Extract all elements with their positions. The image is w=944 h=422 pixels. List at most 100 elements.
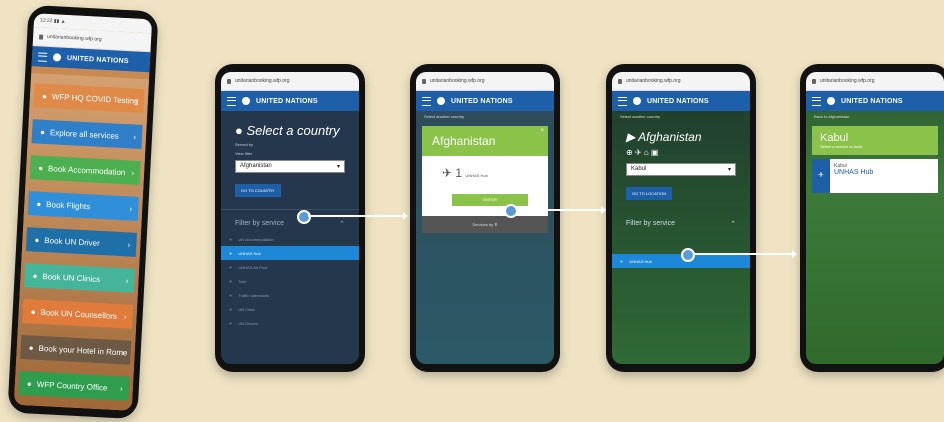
- go-to-location-button[interactable]: GO TO LOCATION: [626, 187, 673, 200]
- chevron-right-icon: ›: [123, 311, 127, 321]
- menu-item-label: Book Accommodation: [47, 163, 126, 177]
- country-select[interactable]: Afghanistan ▾: [235, 160, 345, 173]
- step-marker: [297, 210, 311, 224]
- menu-item[interactable]: ● Book Accommodation ›: [29, 155, 141, 185]
- menu-item-icon: ●: [39, 127, 46, 137]
- menu-item-icon: ●: [26, 378, 33, 389]
- url-text: unitarianbooking.wfp.org: [46, 33, 102, 43]
- chevron-right-icon: ›: [127, 239, 131, 250]
- filter-label: UN Clinic: [238, 306, 256, 312]
- lock-icon: [38, 33, 44, 40]
- country-name: Afghanistan: [432, 134, 496, 148]
- filter-icon: ✈: [229, 306, 233, 312]
- menu-icon[interactable]: [812, 96, 821, 106]
- filter-item[interactable]: ✈ Traffic operations: [221, 288, 359, 302]
- count-value: 1: [455, 166, 463, 180]
- menu-item-label: Book your Hotel in Rome: [38, 343, 128, 358]
- breadcrumb[interactable]: Select another country: [416, 111, 554, 122]
- menu-item-label: WFP HQ COVID Testing: [51, 91, 139, 106]
- menu-item[interactable]: ● WFP Country Office ›: [18, 370, 130, 401]
- menu-icon[interactable]: [618, 96, 627, 106]
- chevron-up-icon: ⌃: [730, 221, 736, 228]
- filter-header[interactable]: Filter by service ⌃: [221, 209, 359, 232]
- filter-label: Traffic operations: [238, 292, 270, 298]
- country-card-header: Afghanistan ×: [422, 126, 548, 156]
- menu-item-icon: ●: [32, 270, 38, 281]
- url-bar[interactable]: unitarianbooking.wfp.org: [806, 72, 944, 91]
- url-bar[interactable]: unitarianbooking.wfp.org: [612, 72, 750, 91]
- filter-icon: ✈: [229, 264, 233, 270]
- un-header: UNITED NATIONS: [806, 91, 944, 111]
- un-logo-icon: [437, 97, 445, 105]
- url-text: unitarianbooking.wfp.org: [235, 78, 290, 84]
- menu-item-icon: ●: [38, 163, 44, 173]
- lock-icon: [812, 78, 816, 84]
- breadcrumb[interactable]: Select another country: [612, 111, 750, 122]
- plane-icon: ✈: [812, 159, 830, 193]
- go-to-country-button[interactable]: GO TO COUNTRY: [235, 184, 281, 197]
- step-marker: [504, 204, 518, 218]
- filter-label: UN Drivers: [238, 320, 258, 326]
- connector-arrow: [693, 250, 797, 258]
- menu-item-icon: ●: [36, 199, 42, 209]
- filter-item[interactable]: ✈ Taxi: [221, 274, 359, 288]
- services-label: Services by: [472, 222, 494, 227]
- un-header: UNITED NATIONS: [221, 91, 359, 111]
- filter-list: ✈ UN accommodation ✈ UNHAS Hub ✈ UNHAS Air Po…: [221, 232, 359, 330]
- filter-header[interactable]: Filter by service ⌃: [612, 210, 750, 232]
- selected-country: Afghanistan: [240, 163, 272, 169]
- menu-item[interactable]: ● Book UN Clinics ›: [23, 263, 136, 293]
- menu-item[interactable]: ● Book UN Driver ›: [25, 227, 137, 257]
- count-label: UNHAS Hub: [465, 173, 488, 178]
- city-header: Kabul Select a service to book: [812, 126, 938, 155]
- menu-item[interactable]: ● WFP HQ COVID Testing ›: [33, 83, 145, 114]
- un-logo-icon: [242, 97, 250, 105]
- filter-title: Filter by service: [626, 220, 676, 227]
- close-icon[interactable]: ×: [540, 128, 544, 134]
- menu-item[interactable]: ● Book Flights ›: [27, 191, 139, 221]
- menu-item[interactable]: ● Book your Hotel in Rome ›: [20, 334, 132, 365]
- services-by-footer: Services by ⬆: [422, 216, 548, 233]
- brand-title: UNITED NATIONS: [66, 54, 129, 65]
- filter-item[interactable]: ✈ UN Drivers: [221, 316, 359, 330]
- url-text: unitarianbooking.wfp.org: [626, 78, 681, 84]
- chevron-down-icon: ▾: [336, 164, 340, 170]
- title-text: Select a country: [246, 123, 340, 138]
- url-bar[interactable]: unitarianbooking.wfp.org: [416, 72, 554, 91]
- menu-item[interactable]: ● Explore all services ›: [31, 119, 143, 149]
- enter-button[interactable]: ENTER: [452, 194, 528, 206]
- filter-icon: ✈: [229, 292, 233, 298]
- un-logo-icon: [633, 97, 641, 105]
- lock-icon: [227, 78, 231, 84]
- menu-item-icon: ●: [41, 91, 48, 101]
- city-name: Kabul: [820, 132, 849, 144]
- location-select[interactable]: Kabul ▾: [626, 163, 736, 176]
- menu-icon[interactable]: [227, 96, 236, 106]
- url-bar[interactable]: unitarianbooking.wfp.org: [221, 72, 359, 91]
- menu-item-icon: ●: [34, 235, 40, 245]
- phone-3: unitarianbooking.wfp.org UNITED NATIONS …: [410, 64, 560, 372]
- chevron-right-icon: ›: [134, 96, 139, 106]
- filter-item[interactable]: ✈ UNHAS Hub: [221, 246, 359, 260]
- filter-item[interactable]: ✈ UNHAS Air Pool: [221, 260, 359, 274]
- main-menu: ● WFP HQ COVID Testing › ● Explore all servi…: [13, 73, 150, 411]
- phone-2: unitarianbooking.wfp.org UNITED NATIONS …: [215, 64, 365, 372]
- chevron-right-icon: ›: [131, 167, 135, 178]
- filter-icon: ✈: [229, 250, 233, 256]
- service-card[interactable]: ✈ Kabul UNHAS Hub: [812, 159, 938, 193]
- country-card-body: ✈ 1 UNHAS Hub ENTER: [422, 156, 548, 216]
- filter-item[interactable]: ✈ UN Clinic: [221, 302, 359, 316]
- menu-item[interactable]: ● Book UN Counsellors ›: [22, 298, 134, 329]
- menu-icon[interactable]: [37, 51, 48, 62]
- un-header: UNITED NATIONS: [612, 91, 750, 111]
- chevron-right-icon: ›: [121, 347, 125, 357]
- menu-item-label: Book UN Driver: [44, 235, 101, 248]
- chevron-up-icon: ⌃: [339, 221, 345, 228]
- city-subtitle: Select a service to book: [820, 144, 863, 149]
- menu-item-label: WFP Country Office: [36, 379, 108, 393]
- breadcrumb[interactable]: Back to Afghanistan: [806, 111, 944, 122]
- menu-icon[interactable]: [422, 96, 431, 106]
- filter-item[interactable]: ✈ UN accommodation: [221, 232, 359, 246]
- filter-label: UNHAS Hub: [238, 250, 261, 256]
- un-header: UNITED NATIONS: [416, 91, 554, 111]
